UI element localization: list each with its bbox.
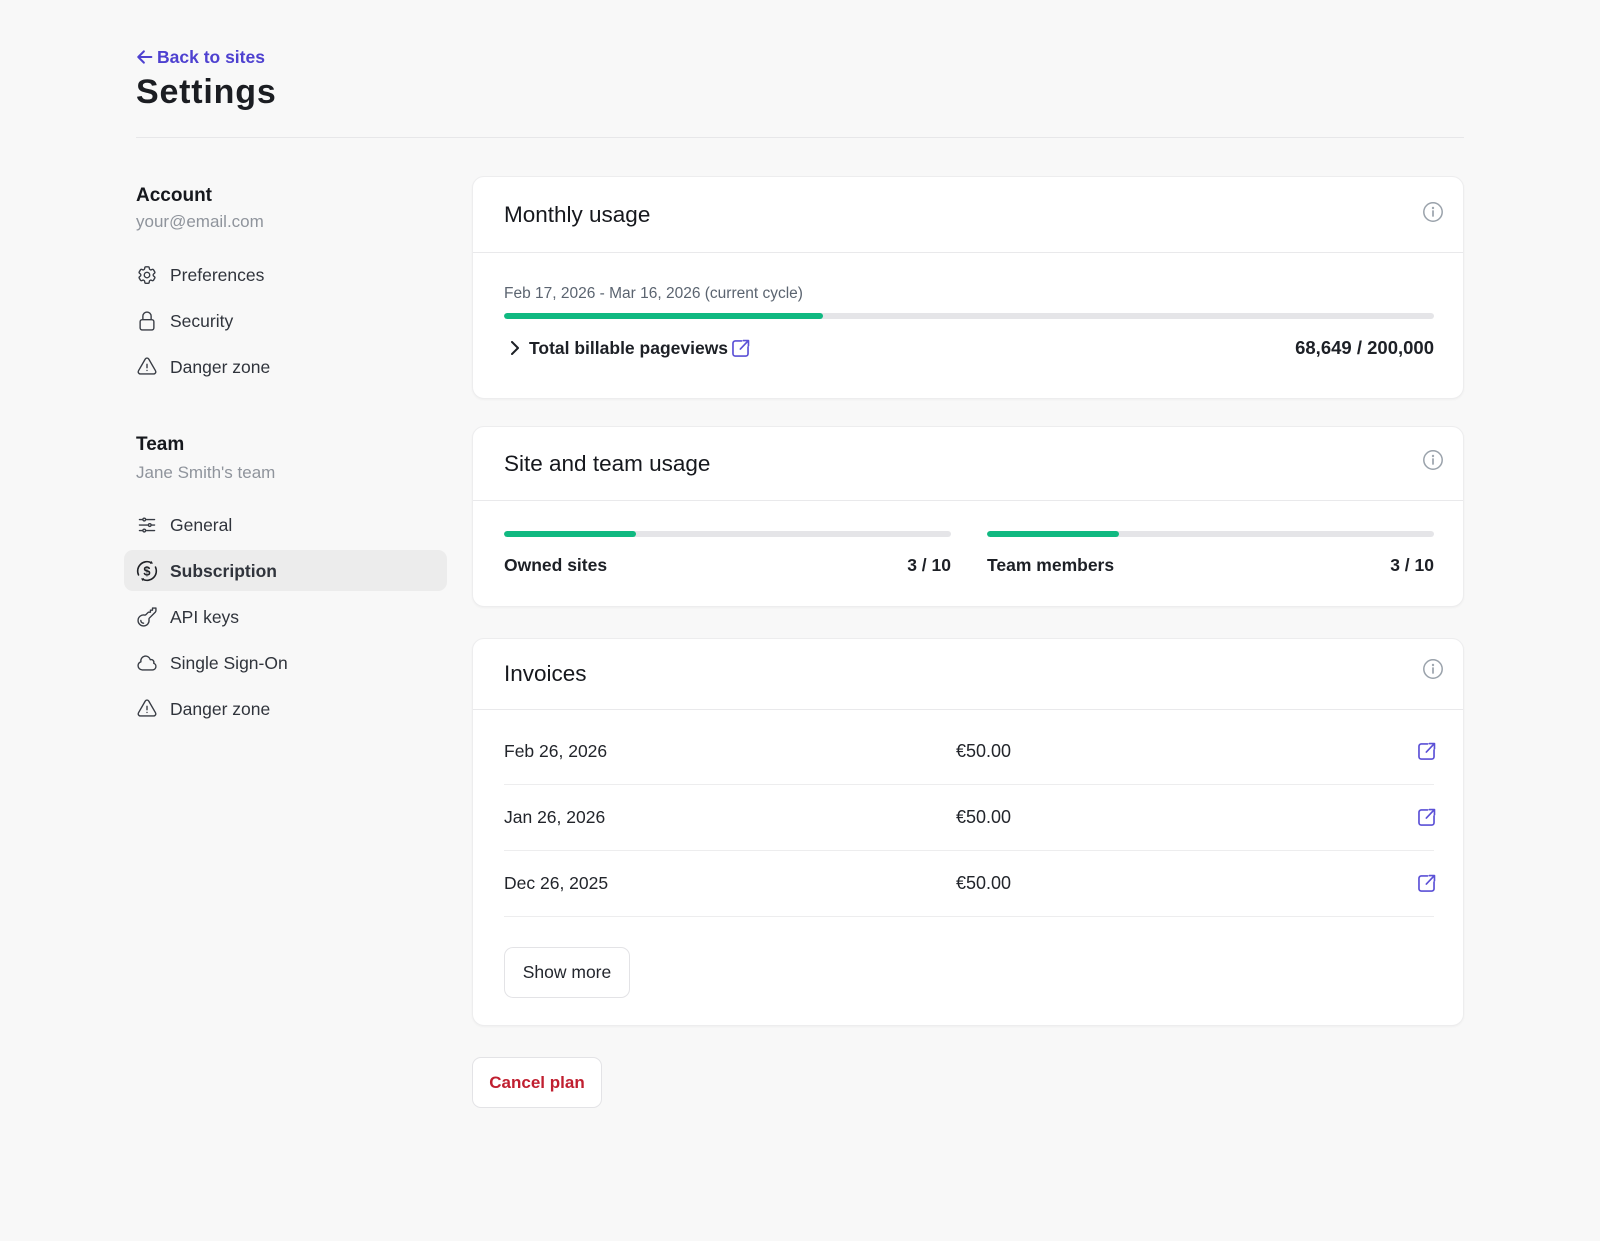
svg-text:$: $ bbox=[143, 563, 150, 578]
